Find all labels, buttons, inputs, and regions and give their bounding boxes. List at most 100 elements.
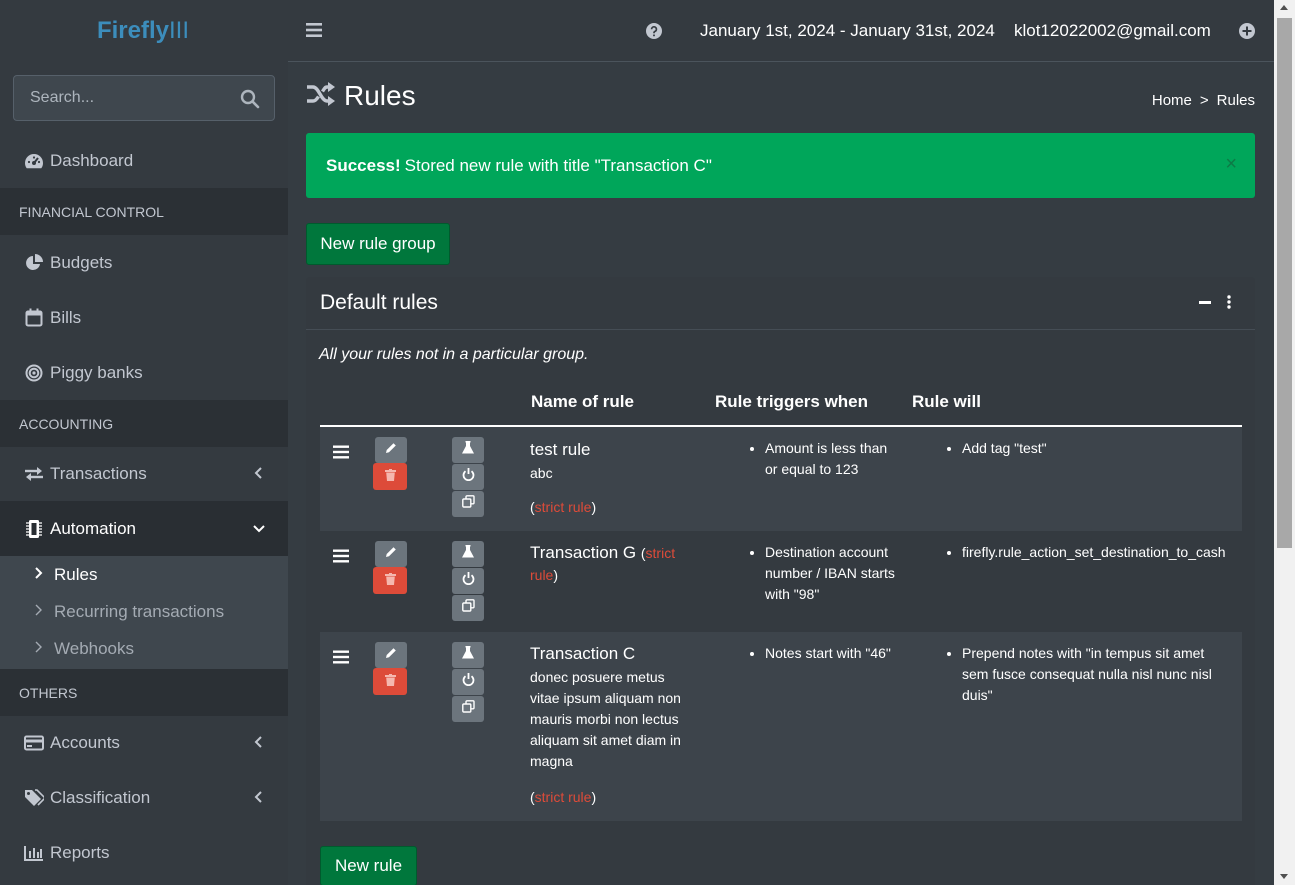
sidebar-item-bills[interactable]: Bills xyxy=(0,290,288,345)
credit-card-icon xyxy=(24,733,44,753)
drag-handle-icon[interactable] xyxy=(333,650,349,664)
strict-close: ) xyxy=(591,499,597,515)
question-circle-icon[interactable] xyxy=(646,23,662,39)
rule-description: abc xyxy=(530,465,553,481)
sidebar-item-piggy-banks[interactable]: Piggy banks xyxy=(0,345,288,400)
delete-rule-button[interactable] xyxy=(373,668,407,695)
sidebar-item-accounts[interactable]: Accounts xyxy=(0,715,288,770)
rule-description: donec posuere metus vitae ipsum aliquam … xyxy=(530,669,681,769)
sidebar-item-budgets[interactable]: Budgets xyxy=(0,235,288,290)
breadcrumb: Home > Rules xyxy=(1152,92,1255,109)
toggle-rule-button[interactable] xyxy=(452,669,484,695)
card-header: Default rules xyxy=(306,277,1255,330)
pencil-icon xyxy=(385,545,397,563)
page-header: Rules xyxy=(306,80,416,112)
minus-icon[interactable] xyxy=(1199,301,1211,304)
chevron-right-icon xyxy=(34,602,44,622)
alert-strong: Success! xyxy=(326,155,401,175)
sidebar-subitem-recurring[interactable]: Recurring transactions xyxy=(0,593,288,630)
rule-triggers: Amount is less than or equal to 123 xyxy=(749,438,899,480)
date-range-selector[interactable]: January 1st, 2024 - January 31st, 2024 xyxy=(700,21,995,41)
sidebar-header-financial: FINANCIAL CONTROL xyxy=(0,188,288,235)
app-logo[interactable]: FireflyIII xyxy=(97,17,189,45)
duplicate-rule-button[interactable] xyxy=(452,595,484,621)
microchip-icon xyxy=(24,519,44,539)
scrollbar-thumb[interactable] xyxy=(1277,18,1292,548)
rule-actions: firefly.rule_action_set_destination_to_c… xyxy=(946,542,1246,563)
plus-circle-icon[interactable] xyxy=(1239,23,1255,39)
delete-rule-button[interactable] xyxy=(373,567,407,594)
hamburger-menu-icon[interactable] xyxy=(306,22,322,38)
toggle-rule-button[interactable] xyxy=(452,464,484,490)
rule-name-text[interactable]: Transaction G xyxy=(530,543,636,562)
strict-rule-label-part: strict xyxy=(645,545,676,561)
top-navbar: January 1st, 2024 - January 31st, 2024 k… xyxy=(288,0,1274,62)
chevron-left-icon xyxy=(252,464,266,482)
strict-rule-indicator: rule) xyxy=(530,567,558,583)
bullseye-icon xyxy=(24,363,44,383)
exchange-icon xyxy=(24,464,44,484)
search-icon[interactable] xyxy=(240,89,260,109)
rule-group-card: Default rules All your rules not in a pa… xyxy=(306,277,1255,885)
search-input[interactable] xyxy=(14,89,234,107)
sidebar-item-transactions[interactable]: Transactions xyxy=(0,446,288,501)
rule-name-link[interactable]: test rule xyxy=(530,440,590,460)
breadcrumb-home[interactable]: Home xyxy=(1152,92,1192,109)
copy-icon xyxy=(461,599,475,617)
duplicate-rule-button[interactable] xyxy=(452,491,484,517)
rule-triggers: Destination account number / IBAN starts… xyxy=(749,542,899,605)
sidebar-item-label: Budgets xyxy=(50,252,113,272)
user-menu[interactable]: klot12022002@gmail.com xyxy=(1014,21,1211,41)
alert-message: Stored new rule with title "Transaction … xyxy=(404,155,712,175)
test-rule-button[interactable] xyxy=(452,541,484,567)
search-box xyxy=(13,75,275,121)
copy-icon xyxy=(461,700,475,718)
scroll-up-arrow-icon[interactable] xyxy=(1280,5,1288,10)
strict-rule-indicator: (strict rule) xyxy=(530,789,596,805)
edit-rule-button[interactable] xyxy=(375,541,407,567)
edit-rule-button[interactable] xyxy=(375,437,407,463)
column-header-triggers: Rule triggers when xyxy=(715,392,869,411)
random-shuffle-icon xyxy=(306,81,336,112)
test-rule-button[interactable] xyxy=(452,437,484,463)
test-rule-button[interactable] xyxy=(452,642,484,668)
edit-rule-button[interactable] xyxy=(375,642,407,668)
toggle-rule-button[interactable] xyxy=(452,568,484,594)
chevron-right-icon xyxy=(34,639,44,659)
sidebar-item-reports[interactable]: Reports xyxy=(0,825,288,880)
sidebar-subitem-rules[interactable]: Rules xyxy=(0,556,288,593)
sidebar-item-automation[interactable]: Automation xyxy=(0,501,288,556)
flask-icon xyxy=(462,545,474,563)
new-rule-group-button[interactable]: New rule group xyxy=(306,223,450,265)
flask-icon xyxy=(462,441,474,459)
delete-rule-button[interactable] xyxy=(373,463,407,490)
pencil-icon xyxy=(385,441,397,459)
new-rule-button[interactable]: New rule xyxy=(320,846,417,885)
ellipsis-vertical-icon[interactable] xyxy=(1227,295,1231,309)
strict-rule-label-part: rule xyxy=(530,567,554,583)
sidebar-item-label: Accounts xyxy=(50,732,120,752)
logo-light: III xyxy=(169,17,190,44)
close-icon[interactable]: × xyxy=(1225,153,1237,176)
chevron-left-icon xyxy=(252,788,266,806)
sidebar-subitem-webhooks[interactable]: Webhooks xyxy=(0,630,288,667)
drag-handle-icon[interactable] xyxy=(333,445,349,459)
action-item: Add tag "test" xyxy=(962,438,1236,459)
sidebar-item-classification[interactable]: Classification xyxy=(0,770,288,825)
sidebar-item-label: Transactions xyxy=(50,463,147,483)
sidebar-item-dashboard[interactable]: Dashboard xyxy=(0,133,288,188)
chevron-down-icon xyxy=(252,519,266,537)
rule-name-link[interactable]: Transaction C xyxy=(530,644,635,664)
sidebar-subitem-label: Webhooks xyxy=(54,638,135,658)
scroll-down-arrow-icon[interactable] xyxy=(1280,874,1288,879)
rule-actions: Add tag "test" xyxy=(946,438,1236,459)
rule-name-link: Transaction G (strict xyxy=(530,543,675,563)
bar-chart-icon xyxy=(24,843,44,863)
sidebar-item-label: Dashboard xyxy=(50,150,134,170)
duplicate-rule-button[interactable] xyxy=(452,696,484,722)
trigger-item: Amount is less than or equal to 123 xyxy=(765,438,899,480)
page-scrollbar[interactable] xyxy=(1274,0,1295,885)
drag-handle-icon[interactable] xyxy=(333,549,349,563)
breadcrumb-separator: > xyxy=(1199,92,1209,109)
success-alert: Success! Stored new rule with title "Tra… xyxy=(306,133,1255,198)
